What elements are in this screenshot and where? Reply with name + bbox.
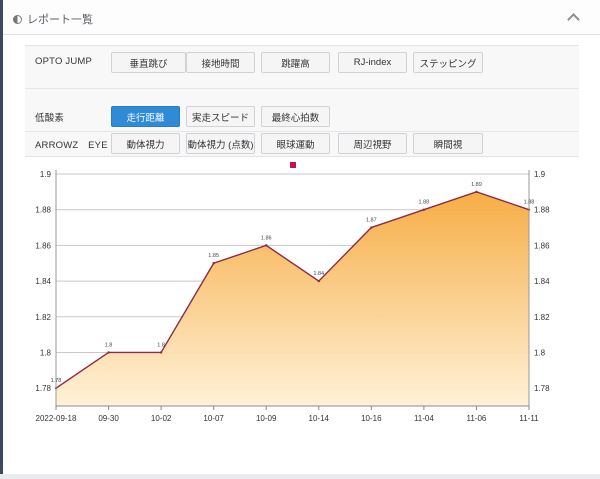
row-arrowz-eye: ARROWZ EYE 動体視力 動体視力 (点数) 眼球運動 周辺視野 瞬間視 bbox=[25, 131, 579, 157]
btn-peripheral-vision[interactable]: 周辺視野 bbox=[338, 133, 407, 154]
data-label: 1.89 bbox=[471, 182, 482, 188]
y-tick-label-right: 1.88 bbox=[534, 206, 550, 215]
y-tick-label-left: 1.82 bbox=[35, 313, 51, 322]
y-tick-label-right: 1.8 bbox=[534, 348, 546, 357]
y-tick-label-left: 1.8 bbox=[40, 348, 52, 357]
y-tick-label-left: 1.78 bbox=[35, 384, 51, 393]
row-label-opto-jump: OPTO JUMP bbox=[35, 56, 93, 67]
y-tick-label-left: 1.84 bbox=[35, 277, 51, 286]
metric-selector-table: OPTO JUMP 垂直跳び 接地時間 跳躍高 RJ-index ステッピング … bbox=[25, 45, 579, 157]
data-point bbox=[370, 226, 373, 229]
data-label: 1.78 bbox=[51, 378, 62, 384]
row-hypoxia: 低酸素 走行距離 実走スピード 最終心拍数 bbox=[25, 104, 579, 129]
data-point bbox=[475, 190, 478, 194]
area-chart: 1.9 1.91.88 1.881.86 1.861.84 1.841.82 1.821.… bbox=[35, 162, 550, 423]
panel-header: レポート一覧 bbox=[3, 0, 600, 35]
chart-area: 1.9 1.9 1.88 1.88 1.86 1.86 1.84 1.84 1.82 1.82 1.… bbox=[3, 158, 600, 474]
y-tick-label-right: 1.82 bbox=[534, 313, 550, 322]
data-label: 1.87 bbox=[366, 218, 377, 224]
half-circle-icon bbox=[13, 14, 22, 24]
data-point bbox=[159, 351, 163, 354]
x-tick-label: 10-09 bbox=[256, 414, 277, 423]
btn-instant-vision[interactable]: 瞬間視 bbox=[413, 133, 483, 154]
btn-jump-height[interactable]: 跳躍高 bbox=[261, 52, 330, 73]
x-tick-label: 2022-09-18 bbox=[36, 414, 77, 423]
btn-final-heart-rate[interactable]: 最終心拍数 bbox=[261, 106, 330, 127]
y-tick-label-right: 1.78 bbox=[534, 384, 550, 393]
data-label: 1.88 bbox=[524, 200, 535, 206]
series-area bbox=[56, 191, 529, 406]
panel-title-text: レポート一覧 bbox=[27, 14, 93, 26]
btn-actual-speed[interactable]: 実走スピード bbox=[186, 106, 255, 127]
btn-dynamic-vision[interactable]: 動体視力 bbox=[111, 133, 180, 154]
y-tick-label-right: 1.9 bbox=[534, 170, 546, 179]
data-point bbox=[212, 262, 215, 265]
btn-eye-movement[interactable]: 眼球運動 bbox=[261, 133, 330, 154]
data-label: 1.8 bbox=[157, 342, 165, 348]
collapse-button[interactable] bbox=[562, 8, 584, 26]
data-point bbox=[422, 208, 426, 211]
y-tick-label-left: 1.9 bbox=[40, 170, 52, 179]
row-label-arrowz-eye: ARROWZ EYE bbox=[35, 140, 108, 151]
chevron-up-icon bbox=[566, 12, 580, 26]
data-label: 1.86 bbox=[261, 235, 272, 241]
data-point bbox=[107, 351, 110, 354]
data-label: 1.85 bbox=[208, 253, 219, 259]
y-tick-label-left: 1.86 bbox=[35, 241, 51, 250]
x-tick-label: 11-04 bbox=[414, 414, 434, 423]
x-tick-label: 10-14 bbox=[309, 414, 330, 423]
btn-dynamic-vision-score[interactable]: 動体視力 (点数) bbox=[186, 133, 255, 154]
panel-title: レポート一覧 bbox=[13, 11, 93, 27]
data-point bbox=[317, 279, 320, 283]
btn-vertical-jump[interactable]: 垂直跳び bbox=[111, 52, 186, 73]
btn-distance[interactable]: 走行距離 bbox=[111, 106, 180, 127]
x-tick-label: 10-16 bbox=[361, 414, 382, 423]
data-point bbox=[265, 244, 268, 247]
data-label: 1.88 bbox=[419, 200, 430, 206]
row-label-hypoxia: 低酸素 bbox=[35, 113, 65, 124]
btn-contact-time[interactable]: 接地時間 bbox=[186, 52, 255, 73]
x-tick-label: 11-06 bbox=[467, 414, 487, 423]
y-tick-label-right: 1.84 bbox=[534, 277, 550, 286]
y-tick-label-right: 1.86 bbox=[534, 241, 550, 250]
data-label: 1.8 bbox=[105, 342, 113, 348]
row-opto-jump: OPTO JUMP 垂直跳び 接地時間 跳躍高 RJ-index ステッピング bbox=[25, 46, 579, 89]
x-tick-label: 11-11 bbox=[519, 414, 539, 423]
y-tick-label-left: 1.88 bbox=[35, 206, 51, 215]
x-tick-label: 10-02 bbox=[151, 414, 172, 423]
data-label: 1.84 bbox=[313, 271, 324, 277]
btn-stepping[interactable]: ステッピング bbox=[413, 52, 483, 73]
x-tick-label: 10-07 bbox=[203, 414, 224, 423]
btn-rj-index[interactable]: RJ-index bbox=[338, 52, 407, 73]
legend-marker bbox=[290, 162, 296, 168]
x-tick-label: 09-30 bbox=[98, 414, 119, 423]
